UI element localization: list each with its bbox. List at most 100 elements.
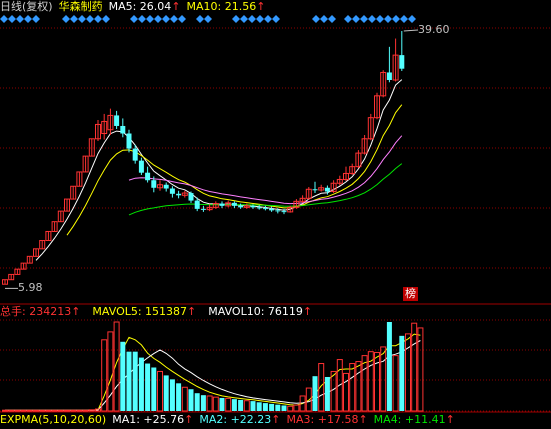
- volume-bar-up: [14, 409, 21, 412]
- candle-down: [169, 188, 175, 194]
- signal-diamond-icon: [312, 15, 320, 23]
- volume-bar-down: [399, 335, 405, 411]
- volume-bar-up: [70, 409, 77, 412]
- signal-diamond-icon: [62, 15, 70, 23]
- signal-diamond-icon: [170, 15, 178, 23]
- signal-diamond-icon: [0, 15, 8, 23]
- candle-down: [238, 205, 244, 208]
- candle-down: [188, 193, 194, 201]
- candle-down: [126, 133, 132, 149]
- signal-diamond-icon: [130, 15, 138, 23]
- signal-diamond-icon: [352, 15, 360, 23]
- signal-diamond-icon: [376, 15, 384, 23]
- low-price-label: 5.98: [18, 281, 43, 294]
- grid-lines: [0, 27, 551, 413]
- volume-bar-down: [188, 389, 194, 411]
- signal-diamond-icon: [178, 15, 186, 23]
- volume-bar-down: [324, 376, 330, 411]
- volume-bar-up: [405, 333, 411, 412]
- volume-bar-up: [8, 409, 15, 412]
- high-price-label: 39.60: [418, 23, 450, 36]
- volume-bar-up: [343, 372, 349, 412]
- signal-diamond-icon: [102, 15, 110, 23]
- volume-bar-down: [281, 405, 287, 411]
- volume-bar-up: [380, 346, 387, 412]
- volume-bar-down: [132, 351, 138, 411]
- signal-diamond-icon: [272, 15, 280, 23]
- signal-diamond-icon: [8, 15, 16, 23]
- mavol10-line: [5, 340, 421, 411]
- signal-diamond-icon: [196, 15, 204, 23]
- volume-bar-up: [318, 363, 325, 412]
- candle-down: [145, 172, 151, 181]
- signal-diamond-icon: [138, 15, 146, 23]
- signal-diamond-icon: [360, 15, 368, 23]
- candlesticks: [2, 31, 405, 285]
- signal-diamond-icon: [32, 15, 40, 23]
- signal-diamond-icon: [24, 15, 32, 23]
- volume-bar-up: [181, 386, 188, 412]
- signal-diamond-icon: [400, 15, 408, 23]
- signal-diamond-icon: [78, 15, 86, 23]
- candle-down: [399, 55, 405, 69]
- candle-down: [312, 189, 318, 191]
- candle-down: [269, 208, 275, 211]
- volume-bar-up: [225, 397, 232, 412]
- signal-diamond-icon: [86, 15, 94, 23]
- candle-down: [114, 115, 120, 126]
- volume-bar-up: [417, 327, 424, 412]
- volume-bar-down: [231, 399, 237, 411]
- volume-bar-down: [250, 401, 256, 411]
- candle-down: [256, 207, 262, 209]
- signal-diamond-icon: [368, 15, 376, 23]
- volume-bar-up: [107, 331, 114, 412]
- candle-down: [163, 184, 169, 189]
- kline-chart[interactable]: [0, 0, 551, 429]
- volume-bar-up: [374, 351, 380, 412]
- volume-bar-up: [39, 409, 46, 412]
- volume-bar-down: [256, 402, 262, 411]
- signal-diamond-icon: [240, 15, 248, 23]
- signal-diamond-icon: [264, 15, 272, 23]
- volume-bar-down: [120, 341, 126, 411]
- volume-bar-up: [287, 405, 294, 412]
- candle-down: [324, 187, 330, 192]
- candle-down: [275, 210, 281, 212]
- signal-diamond-icon: [408, 15, 416, 23]
- candle-down: [138, 160, 144, 173]
- signal-diamond-icon: [392, 15, 400, 23]
- candle-down: [151, 180, 157, 188]
- mavol5-line: [5, 333, 421, 411]
- rank-badge[interactable]: 榜: [403, 287, 418, 301]
- volume-bar-up: [33, 409, 39, 412]
- volume-bar-down: [269, 403, 275, 411]
- volume-bar-down: [200, 395, 206, 411]
- candle-down: [386, 72, 392, 80]
- candle-down: [250, 205, 256, 208]
- signal-diamond-icon: [70, 15, 78, 23]
- volume-bar-down: [312, 376, 318, 411]
- signal-diamond-icon: [344, 15, 352, 23]
- volume-bar-up: [51, 409, 58, 412]
- volume-bar-up: [349, 363, 356, 412]
- candle-down: [231, 202, 237, 206]
- volume-bar-up: [330, 370, 337, 412]
- volume-bar-up: [355, 361, 362, 412]
- volume-bar-up: [212, 396, 219, 412]
- signal-diamond-icon: [256, 15, 264, 23]
- volume-bar-up: [157, 370, 163, 412]
- candle-down: [132, 148, 138, 161]
- volume-bar-up: [2, 409, 8, 412]
- volume-bar-up: [392, 355, 399, 412]
- signal-diamond-icon: [384, 15, 392, 23]
- candle-down: [281, 211, 287, 213]
- signal-diamonds: [0, 15, 416, 23]
- signal-diamond-icon: [146, 15, 154, 23]
- volume-bar-up: [57, 409, 64, 412]
- volume-bar-up: [206, 395, 213, 412]
- volume-ma-lines: [5, 333, 421, 411]
- signal-diamond-icon: [328, 15, 336, 23]
- ma5-line: [35, 79, 403, 261]
- signal-diamond-icon: [154, 15, 162, 23]
- high-marker: [403, 29, 419, 32]
